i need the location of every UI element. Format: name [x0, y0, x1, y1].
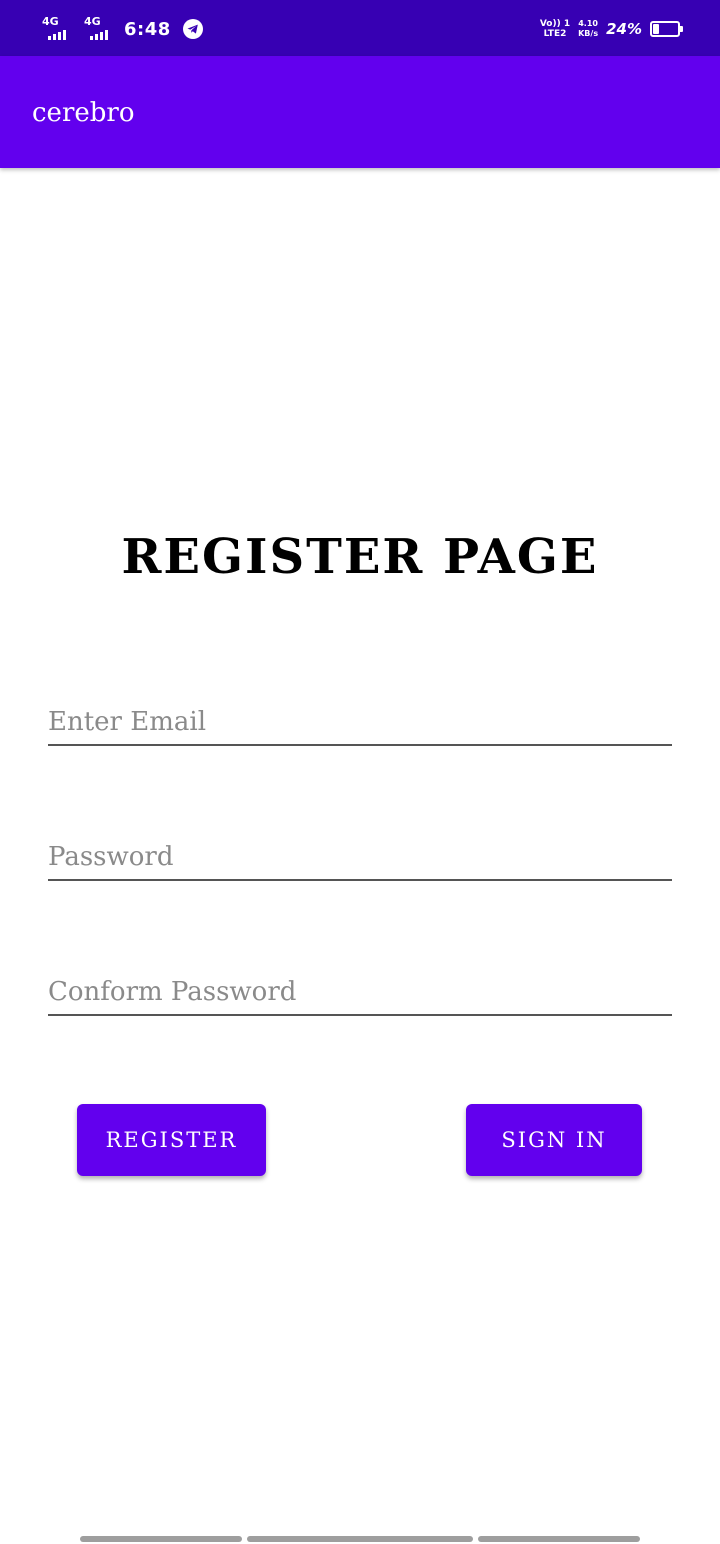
nav-gesture-right[interactable]	[478, 1536, 640, 1542]
clock: 6:48	[124, 18, 171, 40]
status-left: 4G 4G 6:48	[40, 14, 203, 44]
volte-indicator: Vo)) 1 LTE2	[540, 19, 570, 39]
password-field[interactable]	[48, 835, 672, 881]
nav-gesture-center[interactable]	[247, 1536, 473, 1542]
network-speed: 4.10 KB/s	[578, 19, 598, 39]
sim1-signal: 4G	[40, 16, 74, 42]
sign-in-button[interactable]: SIGN IN	[466, 1104, 642, 1176]
battery-icon	[650, 21, 683, 37]
sim2-signal: 4G	[82, 16, 116, 42]
app-bar: cerebro	[0, 56, 720, 168]
status-bar: 4G 4G 6:48 Vo)) 1 LTE2 4.10 KB/s 24%	[0, 0, 720, 56]
volte-line2: LTE2	[543, 29, 567, 39]
page-title: REGISTER PAGE	[121, 529, 599, 585]
telegram-icon	[182, 19, 203, 39]
speed-unit: KB/s	[578, 29, 599, 38]
register-button[interactable]: REGISTER	[77, 1104, 266, 1176]
nav-gesture-left[interactable]	[80, 1536, 242, 1542]
volte-line1: Vo)) 1	[539, 19, 571, 29]
status-right: Vo)) 1 LTE2 4.10 KB/s 24%	[540, 16, 683, 42]
signal-bars-icon	[48, 30, 66, 40]
signal-bars-icon	[90, 30, 108, 40]
battery-percent: 24%	[606, 20, 642, 38]
sim2-network-label: 4G	[84, 15, 101, 28]
sim1-network-label: 4G	[42, 15, 59, 28]
confirm-password-field[interactable]	[48, 970, 672, 1016]
app-title: cerebro	[32, 98, 135, 128]
email-field[interactable]	[48, 700, 672, 746]
speed-value: 4.10	[578, 19, 598, 28]
battery-level-fill	[653, 24, 659, 34]
